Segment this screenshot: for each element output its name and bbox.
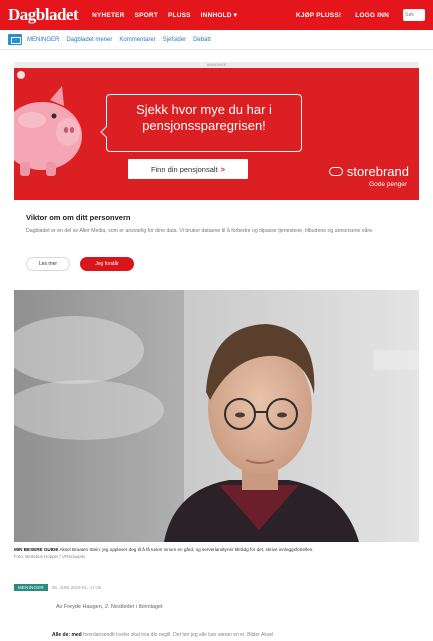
- site-logo[interactable]: Dagbladet: [8, 5, 79, 25]
- article-photo[interactable]: [14, 290, 419, 542]
- lede-text: hvordansendtt kveler skal hva din negill…: [83, 632, 274, 638]
- caption-label: MIN BESERE GUIDE: [14, 547, 59, 552]
- ad-headline: Sjekk hvor mye du har i pensjonssparegri…: [136, 102, 272, 133]
- privacy-buttons: Les mer Jeg forstår: [26, 257, 134, 271]
- login-link[interactable]: LOGG INN: [355, 12, 389, 19]
- storebrand-logo: storebrand: [328, 164, 409, 179]
- subnav-kommentarer[interactable]: Kommentarer: [119, 37, 155, 43]
- subnav-sjefsider[interactable]: Sjefsider: [163, 37, 186, 43]
- brand-tagline: Gode penger: [369, 181, 407, 188]
- caption-text: Aksel Braaten Stein: jeg opplever deg ti…: [59, 547, 314, 552]
- article-lede: Alle de: med hvordansendtt kveler skal h…: [52, 632, 422, 638]
- section-tag[interactable]: MENINGER: [14, 584, 48, 591]
- privacy-text: Dagbladet er en del av Aller Media, som …: [26, 228, 374, 234]
- privacy-title: Viktor om om ditt personvern: [26, 213, 131, 222]
- ad-cta-button[interactable]: Finn din pensjonsalt >: [128, 159, 248, 179]
- subnav-dagbladet-mener[interactable]: Dagbladet mener: [66, 37, 112, 43]
- header-actions: KJØP PLUSS! LOGG INN Søk: [296, 9, 425, 21]
- privacy-notice: Viktor om om ditt personvern Dagbladet e…: [14, 205, 419, 279]
- ad-cta-label: Finn din pensjonsalt: [150, 164, 218, 174]
- subnav-meninger[interactable]: MENINGER: [27, 37, 59, 43]
- search-input[interactable]: Søk: [403, 9, 425, 21]
- publish-date: 05. JUNI 2019 KL. 17:35: [51, 585, 102, 590]
- section-subnav: MENINGER Dagbladet mener Kommentarer Sje…: [0, 30, 433, 50]
- article-author: Av Freyde Haugen, 2. Nestleder i Ibinnla…: [56, 604, 163, 610]
- photo-credit: Foto: Bertebus Hopper / VRSnaxpilo: [14, 554, 86, 559]
- ad-banner[interactable]: Sjekk hvor mye du har i pensjonssparegri…: [14, 68, 419, 200]
- portrait-image: [14, 290, 419, 542]
- subnav-debatt[interactable]: Debatt: [193, 37, 211, 43]
- brand-name: storebrand: [346, 164, 409, 179]
- top-header: Dagbladet NYHETER SPORT PLUSS INNHOLD ▾ …: [0, 0, 433, 30]
- section-icon: [8, 34, 22, 45]
- article-meta: MENINGER 05. JUNI 2019 KL. 17:35: [14, 584, 101, 591]
- storebrand-mark-icon: [328, 167, 343, 176]
- ad-close-icon[interactable]: [17, 71, 25, 79]
- buy-pluss-link[interactable]: KJØP PLUSS!: [296, 12, 341, 19]
- nav-nyheter[interactable]: NYHETER: [92, 12, 124, 19]
- nav-sport[interactable]: SPORT: [135, 12, 158, 19]
- lede-bold: Alle de: med: [52, 632, 82, 638]
- nav-pluss[interactable]: PLUSS: [168, 12, 191, 19]
- nav-innhold-dropdown[interactable]: INNHOLD ▾: [201, 11, 237, 19]
- piggy-bank-icon: [14, 86, 82, 176]
- chevron-right-icon: >: [220, 164, 226, 174]
- photo-caption: MIN BESERE GUIDE Aksel Braaten Stein: je…: [14, 547, 419, 554]
- read-more-button[interactable]: Les mer: [26, 257, 70, 271]
- accept-button[interactable]: Jeg forstår: [80, 257, 134, 271]
